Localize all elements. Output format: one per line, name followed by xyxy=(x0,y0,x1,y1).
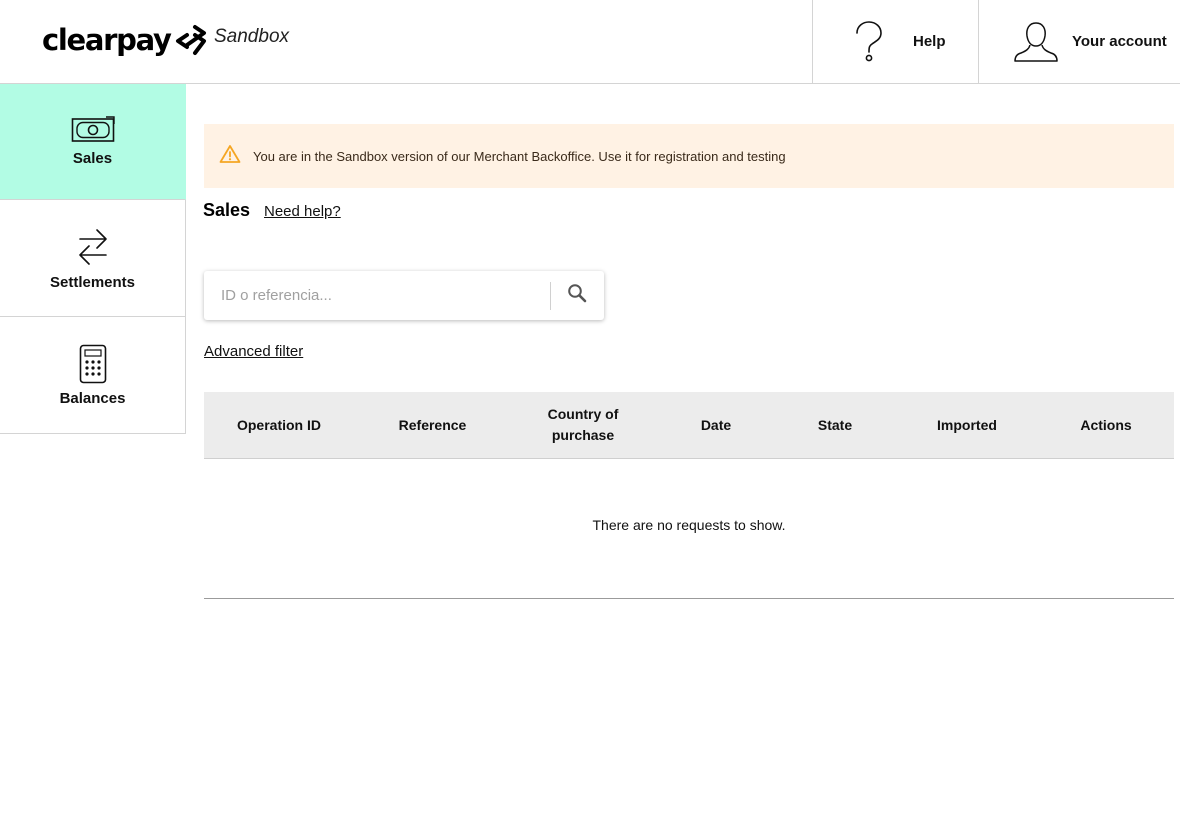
transfer-arrows-icon xyxy=(77,226,109,274)
sandbox-warning-banner: You are in the Sandbox version of our Me… xyxy=(204,124,1174,188)
empty-table-message: There are no requests to show. xyxy=(592,517,786,533)
top-header: clearpay Sandbox Help Your account xyxy=(0,0,1180,84)
need-help-link[interactable]: Need help? xyxy=(264,203,341,220)
column-header-imported[interactable]: Imported xyxy=(907,392,1027,458)
search-input[interactable] xyxy=(204,280,550,311)
banknote-icon xyxy=(71,116,115,150)
sidebar-nav: Sales Settlements Balances xyxy=(0,84,186,434)
help-label: Help xyxy=(913,33,946,50)
column-header-country[interactable]: Country of purchase xyxy=(536,392,630,458)
page-title: Sales xyxy=(203,200,251,220)
sidebar-item-settlements[interactable]: Settlements xyxy=(0,200,186,317)
clearpay-logo-mark-icon xyxy=(175,25,206,55)
help-button[interactable]: Help xyxy=(812,0,978,83)
environment-label: Sandbox xyxy=(214,26,290,47)
account-label: Your account xyxy=(1072,33,1167,50)
column-header-actions: Actions xyxy=(1080,416,1132,433)
logo-text: clearpay xyxy=(42,23,172,57)
column-header-date[interactable]: Date xyxy=(656,392,776,458)
column-header-state[interactable]: State xyxy=(775,392,895,458)
account-button[interactable]: Your account xyxy=(978,0,1180,83)
sidebar-item-label: Sales xyxy=(72,150,113,167)
column-header-reference[interactable]: Reference xyxy=(354,392,511,458)
sidebar-item-label: Settlements xyxy=(49,273,136,291)
search-button[interactable] xyxy=(551,271,603,320)
warning-icon xyxy=(219,144,241,169)
column-header-operation-id[interactable]: Operation ID xyxy=(204,392,354,458)
sidebar-item-label: Balances xyxy=(59,389,126,407)
banner-text: You are in the Sandbox version of our Me… xyxy=(253,148,786,164)
search-icon xyxy=(567,283,587,308)
user-icon xyxy=(1014,21,1058,63)
clearpay-logo[interactable]: clearpay xyxy=(42,20,209,60)
advanced-filter-link[interactable]: Advanced filter xyxy=(204,343,303,360)
calculator-icon xyxy=(79,344,107,390)
search-box xyxy=(204,271,604,320)
table-header: Operation ID Reference Country of purcha… xyxy=(204,392,1174,459)
sidebar-item-balances[interactable]: Balances xyxy=(0,317,186,434)
question-mark-icon xyxy=(853,20,885,63)
sidebar-item-sales[interactable]: Sales xyxy=(0,84,186,200)
table-bottom-divider xyxy=(204,598,1174,599)
